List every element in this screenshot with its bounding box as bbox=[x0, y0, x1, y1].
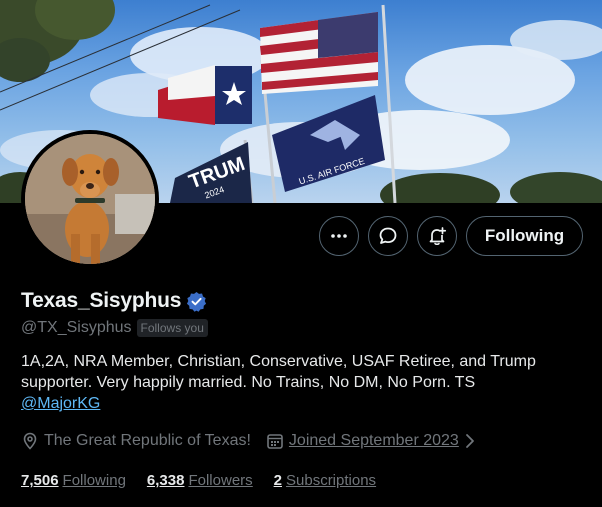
bell-plus-icon bbox=[429, 227, 447, 245]
message-bubble-icon bbox=[379, 227, 397, 244]
us-flag bbox=[260, 12, 378, 94]
trump-flag: TRUM 2024 bbox=[170, 142, 252, 203]
location-pin-icon bbox=[23, 432, 37, 450]
profile-handle: @TX_Sisyphus bbox=[21, 319, 132, 336]
display-name: Texas_Sisyphus bbox=[21, 289, 182, 312]
chevron-right-icon[interactable] bbox=[464, 433, 476, 449]
following-count: 7,506 bbox=[21, 472, 59, 489]
following-button[interactable]: Following bbox=[466, 216, 583, 256]
profile-bio: 1A,2A, NRA Member, Christian, Conservati… bbox=[21, 351, 591, 414]
bio-line-2: supporter. Very happily married. No Trai… bbox=[21, 374, 476, 391]
followers-label: Followers bbox=[188, 472, 253, 489]
location-text: The Great Republic of Texas! bbox=[44, 432, 251, 449]
more-dots-icon bbox=[331, 234, 347, 238]
notifications-button[interactable] bbox=[417, 216, 457, 256]
follows-you-badge: Follows you bbox=[136, 319, 208, 337]
profile-avatar[interactable] bbox=[21, 130, 159, 268]
location-item: The Great Republic of Texas! bbox=[21, 432, 251, 450]
profile-meta-row: The Great Republic of Texas! Joined Sept… bbox=[21, 432, 491, 450]
handle-row: @TX_Sisyphus Follows you bbox=[21, 319, 208, 337]
profile-page: U.S. AIR FORCE TRUM 2024 Following Texas… bbox=[0, 0, 602, 507]
followers-count: 6,338 bbox=[146, 472, 185, 489]
joined-date-link[interactable]: Joined September 2023 bbox=[289, 432, 459, 450]
bio-mention-link[interactable]: @MajorKG bbox=[21, 395, 100, 412]
subscriptions-count: 2 bbox=[273, 472, 282, 489]
following-count-link[interactable]: 7,506 Following bbox=[21, 472, 126, 489]
joined-item[interactable]: Joined September 2023 bbox=[266, 432, 476, 450]
message-button[interactable] bbox=[368, 216, 408, 256]
subscriptions-count-link[interactable]: 2 Subscriptions bbox=[274, 472, 376, 489]
calendar-icon bbox=[267, 434, 283, 449]
profile-name-row: Texas_Sisyphus bbox=[21, 289, 207, 313]
more-options-button[interactable] bbox=[319, 216, 359, 256]
dog-photo bbox=[25, 134, 155, 264]
air-force-flag: U.S. AIR FORCE bbox=[272, 95, 385, 192]
following-label: Following bbox=[62, 472, 126, 489]
profile-stats-row: 7,506 Following 6,338 Followers 2 Subscr… bbox=[21, 472, 376, 489]
followers-count-link[interactable]: 6,338 Followers bbox=[147, 472, 253, 489]
bio-line-1: 1A,2A, NRA Member, Christian, Conservati… bbox=[21, 353, 536, 370]
subscriptions-label: Subscriptions bbox=[286, 472, 377, 489]
verified-check-icon[interactable] bbox=[186, 291, 207, 312]
